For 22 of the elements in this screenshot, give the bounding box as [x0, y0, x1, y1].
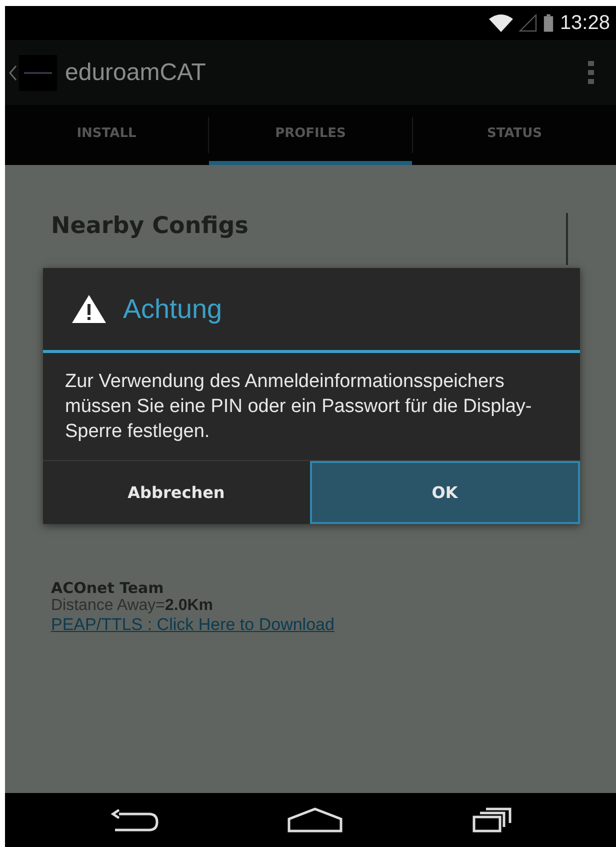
- clock-time: 13:28: [560, 12, 610, 34]
- tab[interactable]: STATUS: [413, 105, 616, 165]
- overflow-menu-icon[interactable]: [588, 60, 594, 84]
- home-icon[interactable]: [287, 807, 344, 833]
- warning-icon: [71, 294, 107, 324]
- wifi-icon: [488, 14, 513, 32]
- recent-apps-icon[interactable]: [472, 807, 512, 833]
- tab[interactable]: INSTALL: [5, 105, 208, 165]
- signal-icon: [518, 14, 537, 32]
- dialog-message: Zur Verwendung des Anmeldeinformationsspeichers müssen Sie eine PIN oder ein Passwort für die Display-Sperre festlegen.: [64, 370, 533, 444]
- back-chevron-icon[interactable]: [9, 64, 17, 80]
- download-link[interactable]: PEAP/TTLS : Click Here to Download: [51, 615, 616, 635]
- section-heading: Nearby Configs: [51, 213, 250, 239]
- config-name: ACOnet Team: [51, 579, 165, 597]
- app-logo-icon: [19, 54, 57, 90]
- back-icon[interactable]: [109, 808, 160, 832]
- app-title: eduroamCAT: [65, 58, 207, 86]
- battery-icon: [542, 14, 554, 32]
- scrollbar: [566, 213, 568, 265]
- dialog-button[interactable]: Abbrechen: [43, 461, 310, 524]
- dialog-button[interactable]: OK: [310, 461, 580, 524]
- dialog-title: Achtung: [123, 294, 222, 324]
